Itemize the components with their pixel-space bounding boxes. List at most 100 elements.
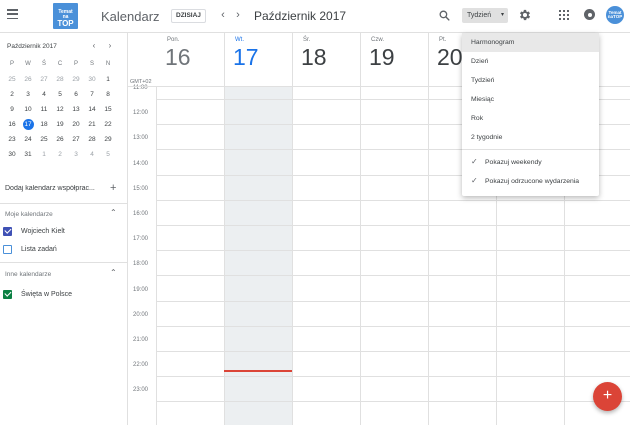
mini-prev-icon[interactable]: ‹: [90, 41, 98, 50]
mini-day[interactable]: 29: [100, 132, 116, 147]
mini-day[interactable]: 2: [52, 147, 68, 162]
mini-day[interactable]: 5: [100, 147, 116, 162]
day-number[interactable]: 16: [165, 44, 191, 70]
mini-week-row: 25 26 27 28 29 30 1: [4, 72, 124, 87]
day-number[interactable]: 20: [437, 44, 463, 70]
mini-day[interactable]: 2: [4, 87, 20, 102]
menu-item-week[interactable]: Tydzień: [462, 71, 599, 90]
mini-day[interactable]: 27: [68, 132, 84, 147]
mini-day[interactable]: 1: [36, 147, 52, 162]
mini-day[interactable]: 5: [52, 87, 68, 102]
hour-gridline: [156, 225, 630, 226]
mini-day[interactable]: 7: [84, 87, 100, 102]
view-switcher-button[interactable]: Tydzień ▾: [462, 8, 508, 23]
mini-day[interactable]: 26: [52, 132, 68, 147]
chevron-left-icon[interactable]: ‹: [218, 8, 228, 22]
mini-day[interactable]: 19: [52, 117, 68, 132]
mini-day[interactable]: 12: [52, 102, 68, 117]
mini-day[interactable]: 4: [84, 147, 100, 162]
mini-weekday-label: W: [25, 61, 31, 67]
hour-gridline: [156, 351, 630, 352]
avatar[interactable]: Temat naTOP: [606, 6, 624, 24]
today-button[interactable]: DZISIAJ: [171, 9, 206, 23]
mini-week-row: 16 17 18 19 20 21 22: [4, 117, 124, 132]
checkbox[interactable]: [3, 226, 12, 236]
day-number[interactable]: 18: [301, 44, 327, 70]
mini-day[interactable]: 20: [68, 117, 84, 132]
add-calendar-plus-icon[interactable]: +: [110, 182, 116, 194]
day-header-mon[interactable]: Pon. 16: [156, 33, 224, 75]
menu-item-month[interactable]: Miesiąc: [462, 90, 599, 109]
menu-item-show-declined[interactable]: Pokazuj odrzucone wydarzenia: [485, 178, 579, 185]
mini-day[interactable]: 25: [36, 132, 52, 147]
menu-item-year[interactable]: Rok: [462, 109, 599, 128]
add-coworker-calendar-input[interactable]: Dodaj kalendarz współprac...: [5, 185, 105, 192]
chevron-up-icon[interactable]: ⌃: [110, 208, 117, 217]
mini-day[interactable]: 3: [20, 87, 36, 102]
menu-item-schedule[interactable]: Harmonogram: [462, 33, 599, 52]
mini-weekday-row: PWŚCPSN: [4, 57, 124, 72]
mini-day[interactable]: 9: [4, 102, 20, 117]
mini-day[interactable]: 27: [36, 72, 52, 87]
calendar-item-tasks[interactable]: Lista zadań: [3, 243, 57, 255]
mini-day[interactable]: 10: [20, 102, 36, 117]
day-header-tue[interactable]: Wt. 17: [224, 33, 292, 75]
checkbox[interactable]: [3, 244, 12, 254]
mini-day[interactable]: 26: [20, 72, 36, 87]
mini-day[interactable]: 14: [84, 102, 100, 117]
mini-day[interactable]: 3: [68, 147, 84, 162]
menu-divider: [462, 149, 599, 150]
menu-item-2-weeks[interactable]: 2 tygodnie: [462, 128, 599, 147]
gear-icon[interactable]: [518, 8, 532, 22]
mini-next-icon[interactable]: ›: [106, 41, 114, 50]
mini-day[interactable]: 6: [68, 87, 84, 102]
mini-day[interactable]: 15: [100, 102, 116, 117]
mini-day[interactable]: 1: [100, 72, 116, 87]
menu-item-show-weekends[interactable]: Pokazuj weekendy: [485, 159, 542, 166]
notifications-icon[interactable]: [584, 9, 595, 20]
mini-day[interactable]: 11: [36, 102, 52, 117]
menu-item-day[interactable]: Dzień: [462, 52, 599, 71]
day-header-wed[interactable]: Śr. 18: [292, 33, 360, 75]
mini-week-row: 2345678: [4, 87, 124, 102]
mini-day[interactable]: 28: [52, 72, 68, 87]
other-calendars-title[interactable]: Inne kalendarze: [5, 271, 51, 278]
mini-day[interactable]: 13: [68, 102, 84, 117]
mini-day-today[interactable]: 17: [20, 117, 36, 132]
day-header-thu[interactable]: Czw. 19: [360, 33, 428, 75]
mini-week-row: 30 31 1 2 3 4 5: [4, 147, 124, 162]
mini-day[interactable]: 23: [4, 132, 20, 147]
hour-label: 12:00: [133, 110, 149, 117]
create-event-button[interactable]: +: [593, 382, 622, 411]
mini-weekday-label: C: [57, 61, 63, 67]
mini-day[interactable]: 4: [36, 87, 52, 102]
mini-day[interactable]: 16: [4, 117, 20, 132]
calendar-label: Wojciech Kielt: [21, 227, 65, 235]
calendar-item-wojciech[interactable]: Wojciech Kielt: [3, 225, 65, 237]
main-menu-icon[interactable]: [7, 9, 18, 19]
checkbox[interactable]: [3, 289, 12, 299]
chevron-right-icon[interactable]: ›: [233, 8, 243, 22]
mini-day[interactable]: 22: [100, 117, 116, 132]
mini-day[interactable]: 25: [4, 72, 20, 87]
hour-gridline: [156, 376, 630, 378]
mini-day[interactable]: 28: [84, 132, 100, 147]
day-number[interactable]: 19: [369, 44, 395, 70]
mini-day[interactable]: 30: [84, 72, 100, 87]
mini-day[interactable]: 8: [100, 87, 116, 102]
calendar-item-holidays[interactable]: Święta w Polsce: [3, 288, 72, 300]
mini-day[interactable]: 18: [36, 117, 52, 132]
mini-day[interactable]: 31: [20, 147, 36, 162]
mini-day[interactable]: 24: [20, 132, 36, 147]
sidebar: Październik 2017 ‹ › P W Ś C P S N 25 26 27 28 29 30…: [0, 33, 128, 425]
chevron-up-icon[interactable]: ⌃: [110, 268, 117, 277]
mini-day[interactable]: 21: [84, 117, 100, 132]
day-number[interactable]: 17: [233, 44, 259, 70]
mini-day[interactable]: 29: [68, 72, 84, 87]
view-dropdown-menu: Harmonogram Dzień Tydzień Miesiąc Rok 2 …: [462, 33, 599, 196]
app-logo[interactable]: Temat na TOP: [53, 3, 78, 29]
my-calendars-title[interactable]: Moje kalendarze: [5, 211, 53, 218]
mini-day[interactable]: 30: [4, 147, 20, 162]
apps-grid-icon[interactable]: [559, 10, 569, 20]
search-icon[interactable]: [438, 9, 451, 22]
